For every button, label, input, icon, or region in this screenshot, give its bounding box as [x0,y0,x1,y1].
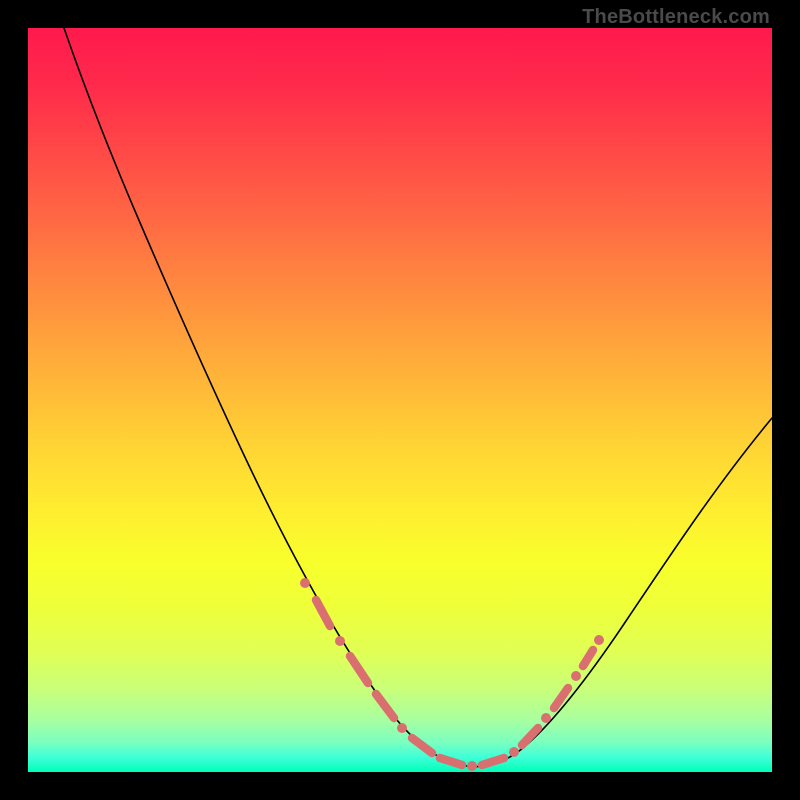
bottleneck-curve [64,28,772,767]
highlight-markers [300,578,604,771]
chart-area [28,28,772,772]
watermark-text: TheBottleneck.com [582,6,770,29]
plot-svg [28,28,772,772]
